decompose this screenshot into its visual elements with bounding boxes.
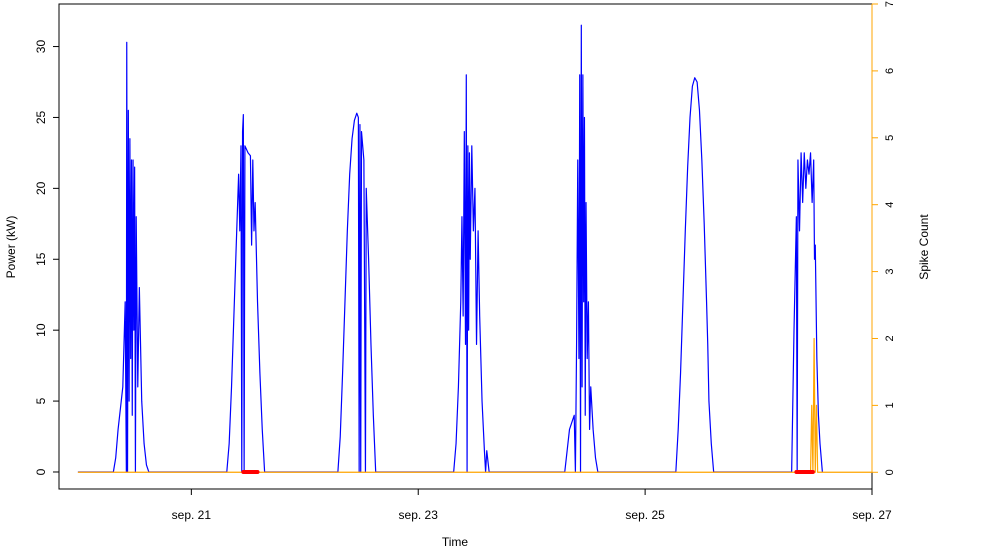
right-tick-label: 7 — [884, 1, 896, 7]
left-y-axis: 0 5 10 15 20 25 30 — [34, 40, 60, 475]
left-tick-label: 10 — [34, 323, 48, 337]
x-tick-label: sep. 25 — [625, 508, 665, 522]
right-tick-label: 4 — [884, 202, 896, 208]
power-series-line — [77, 24, 823, 473]
right-tick-label: 6 — [884, 68, 896, 74]
x-axis-label: Time — [442, 535, 469, 549]
x-tick-label: sep. 21 — [172, 508, 212, 522]
right-tick-label: 2 — [884, 335, 896, 341]
left-tick-label: 0 — [34, 468, 48, 475]
series-layer — [77, 24, 872, 473]
right-tick-label: 0 — [884, 469, 896, 475]
right-tick-label: 5 — [884, 135, 896, 141]
right-y-axis: 0 1 2 3 4 5 6 7 — [871, 1, 896, 475]
right-tick-label: 1 — [884, 402, 896, 408]
x-tick-label: sep. 23 — [399, 508, 439, 522]
x-tick-label: sep. 27 — [852, 508, 892, 522]
left-tick-label: 20 — [34, 181, 48, 195]
spike-count-series-line — [77, 337, 872, 473]
left-tick-label: 25 — [34, 110, 48, 124]
x-axis: sep. 21 sep. 23 sep. 25 sep. 27 — [172, 488, 892, 522]
chart-canvas: 051015202530 01234567 sep. 21 sep. 23 sep.… — [4, 1, 931, 549]
left-tick-label: 15 — [34, 252, 48, 266]
left-tick-label: 30 — [34, 40, 48, 54]
right-axis-label: Spike Count — [917, 214, 931, 280]
left-axis-label: Power (kW) — [4, 216, 18, 279]
right-tick-label: 3 — [884, 269, 896, 275]
left-tick-label: 5 — [34, 397, 48, 404]
